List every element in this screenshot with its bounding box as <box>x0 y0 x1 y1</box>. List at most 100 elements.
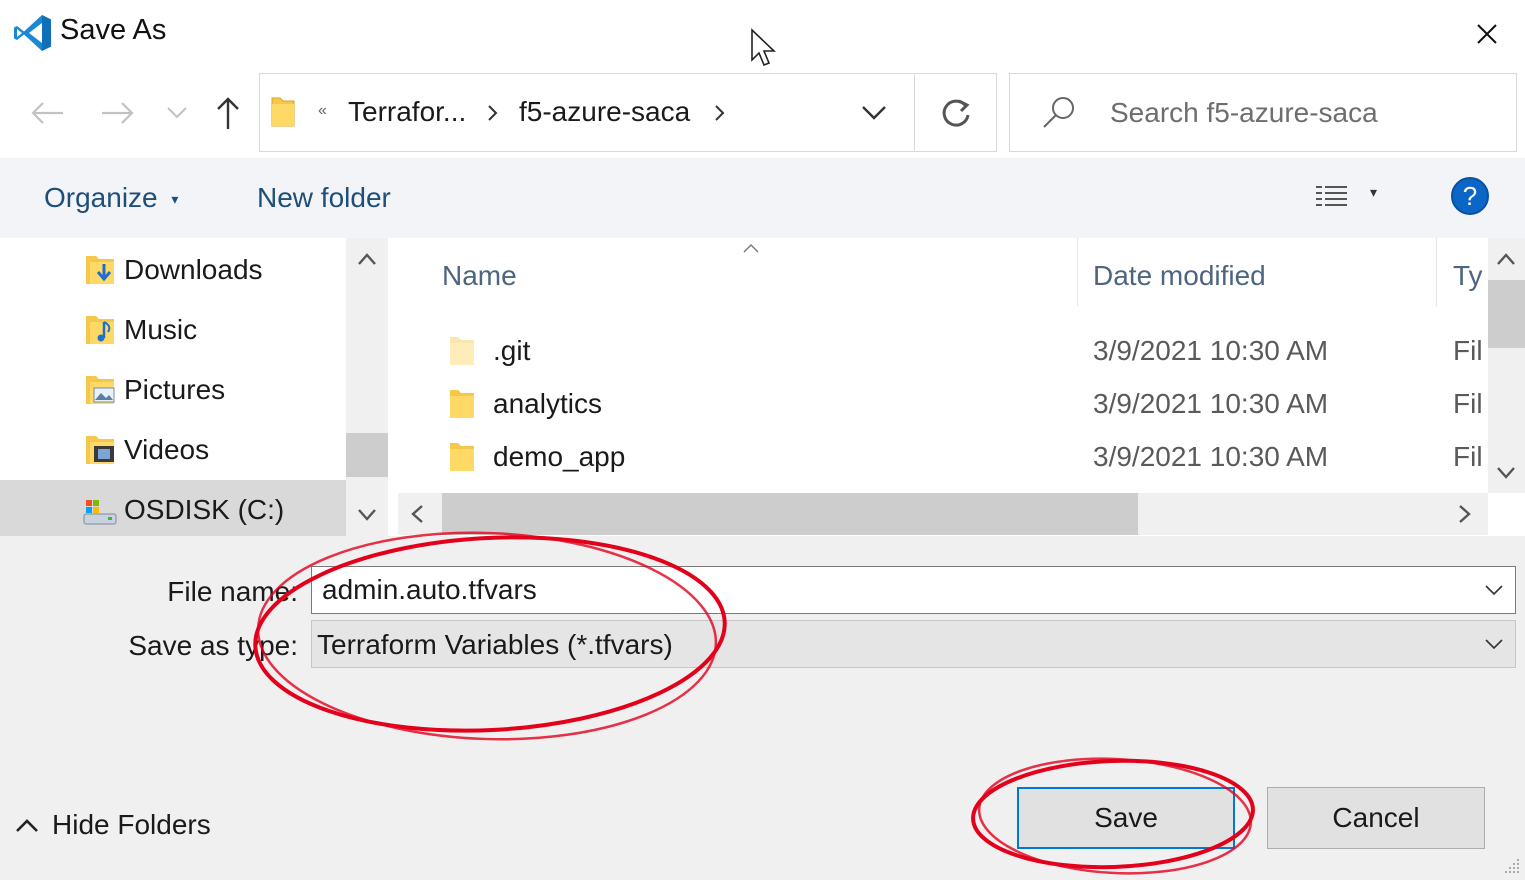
chevron-down-icon[interactable] <box>1483 579 1505 601</box>
command-bar: Organize ▾ New folder ▾ ? <box>0 158 1525 238</box>
nav-item-label: Downloads <box>124 254 263 285</box>
resize-grip-icon[interactable] <box>1500 854 1522 876</box>
dropdown-caret-icon: ▾ <box>171 191 179 208</box>
save-type-select[interactable]: Terraform Variables (*.tfvars) <box>311 620 1516 668</box>
nav-item-music[interactable]: Music <box>0 300 346 360</box>
scrollbar-thumb[interactable] <box>1488 280 1525 348</box>
nav-item-label: OSDISK (C:) <box>124 494 285 525</box>
navigation-pane: Downloads Music Pictures Videos OSDISK (… <box>0 238 388 536</box>
file-type: Fil <box>1453 335 1483 366</box>
window-title: Save As <box>60 14 167 46</box>
file-name-value: admin.auto.tfvars <box>322 574 537 605</box>
file-name-label: File name: <box>167 576 298 607</box>
scroll-left-icon[interactable] <box>410 504 424 524</box>
search-icon <box>1043 97 1074 128</box>
chevron-right-icon[interactable] <box>713 104 727 122</box>
forward-button[interactable] <box>95 90 141 136</box>
arrow-left-icon <box>31 102 63 124</box>
address-dropdown-icon[interactable] <box>860 104 888 122</box>
sort-ascending-icon <box>743 244 759 253</box>
column-header-type[interactable]: Ty <box>1453 260 1488 292</box>
file-date: 3/9/2021 10:30 AM <box>1093 441 1329 472</box>
cancel-button[interactable]: Cancel <box>1267 787 1485 849</box>
refresh-icon <box>942 99 970 127</box>
address-bar[interactable]: « Terrafor... f5-azure-saca <box>259 73 915 152</box>
save-type-value: Terraform Variables (*.tfvars) <box>317 629 673 660</box>
scroll-right-icon[interactable] <box>1458 504 1472 524</box>
file-row[interactable]: .git 3/9/2021 10:30 AM Fil <box>398 325 1488 378</box>
dropdown-caret-icon: ▾ <box>1370 184 1378 200</box>
nav-item-label: Videos <box>124 434 210 465</box>
chevron-up-icon <box>16 819 38 832</box>
hide-folders-label: Hide Folders <box>52 809 211 840</box>
downloads-folder-icon <box>86 256 114 284</box>
back-button[interactable] <box>24 90 70 136</box>
details-view-icon <box>1316 186 1347 206</box>
organize-label: Organize <box>44 182 158 213</box>
chevron-down-icon[interactable] <box>1483 633 1505 655</box>
nav-item-label: Music <box>124 314 198 345</box>
file-name-input[interactable]: admin.auto.tfvars <box>311 566 1516 614</box>
column-divider[interactable] <box>1436 238 1437 306</box>
column-header-name[interactable]: Name <box>442 260 517 292</box>
breadcrumb-item[interactable]: Terrafor... <box>348 96 466 128</box>
search-placeholder: Search f5-azure-saca <box>1110 97 1378 128</box>
drive-icon <box>83 500 117 525</box>
folder-icon <box>271 97 295 127</box>
videos-folder-icon <box>86 436 114 464</box>
breadcrumb-item[interactable]: f5-azure-saca <box>519 96 690 128</box>
nav-item-pictures[interactable]: Pictures <box>0 360 346 420</box>
save-form: File name: admin.auto.tfvars Save as typ… <box>0 536 1525 880</box>
pictures-folder-icon <box>86 376 115 404</box>
file-name: .git <box>493 335 531 366</box>
chevron-right-icon[interactable] <box>486 104 500 122</box>
file-type: Fil <box>1453 388 1483 419</box>
file-type: Fil <box>1453 441 1483 472</box>
search-input[interactable]: Search f5-azure-saca <box>1009 73 1517 152</box>
folder-icon <box>450 443 474 471</box>
up-button[interactable] <box>205 90 251 136</box>
file-list-horizontal-scrollbar[interactable] <box>398 493 1488 535</box>
view-options-button[interactable]: ▾ <box>1312 180 1392 216</box>
file-row[interactable]: demo_app 3/9/2021 10:30 AM Fil <box>398 431 1488 484</box>
scroll-down-icon[interactable] <box>357 508 377 522</box>
scrollbar-thumb[interactable] <box>346 433 388 477</box>
hide-folders-button[interactable]: Hide Folders <box>14 809 211 841</box>
file-date: 3/9/2021 10:30 AM <box>1093 388 1329 419</box>
nav-pane-scrollbar[interactable] <box>346 238 388 536</box>
scroll-up-icon[interactable] <box>357 252 377 266</box>
column-divider[interactable] <box>1077 238 1078 306</box>
folder-icon <box>450 390 474 418</box>
nav-item-osdisk[interactable]: OSDISK (C:) <box>0 480 346 536</box>
file-list: Name Date modified Ty .git 3/9/2021 10:3… <box>398 238 1525 536</box>
file-name: analytics <box>493 388 602 419</box>
nav-item-downloads[interactable]: Downloads <box>0 240 346 300</box>
new-folder-button[interactable]: New folder <box>257 182 391 214</box>
refresh-button[interactable] <box>915 73 997 152</box>
nav-item-label: Pictures <box>124 374 226 405</box>
folder-icon <box>450 337 474 365</box>
close-button[interactable] <box>1462 12 1512 56</box>
help-button[interactable]: ? <box>1451 177 1489 215</box>
scrollbar-thumb[interactable] <box>442 493 1138 535</box>
music-folder-icon <box>86 316 114 344</box>
mouse-cursor-icon <box>751 28 776 67</box>
save-button[interactable]: Save <box>1017 787 1235 849</box>
save-type-label: Save as type: <box>128 630 298 661</box>
nav-item-videos[interactable]: Videos <box>0 420 346 480</box>
file-name: demo_app <box>493 441 626 472</box>
scroll-up-icon[interactable] <box>1496 252 1516 266</box>
file-date: 3/9/2021 10:30 AM <box>1093 335 1329 366</box>
file-row[interactable]: analytics 3/9/2021 10:30 AM Fil <box>398 378 1488 431</box>
chevron-down-icon <box>167 107 187 119</box>
breadcrumb-overflow[interactable]: « <box>318 102 327 120</box>
organize-button[interactable]: Organize ▾ <box>44 182 178 214</box>
scroll-down-icon[interactable] <box>1496 466 1516 480</box>
arrow-right-icon <box>102 102 134 124</box>
column-header-date-modified[interactable]: Date modified <box>1093 260 1266 292</box>
arrow-up-icon <box>217 97 239 129</box>
vscode-logo-icon <box>14 15 51 51</box>
file-list-vertical-scrollbar[interactable] <box>1488 238 1525 493</box>
close-icon <box>1477 24 1497 44</box>
recent-locations-button[interactable] <box>154 90 200 136</box>
